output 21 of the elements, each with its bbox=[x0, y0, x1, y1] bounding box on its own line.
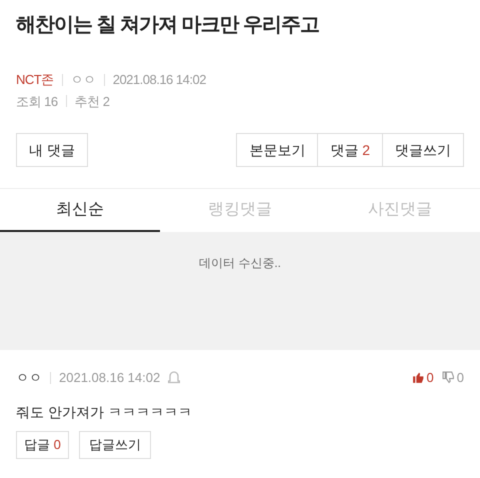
board-name[interactable]: NCT존 bbox=[16, 70, 54, 90]
thumbs-down-icon[interactable] bbox=[442, 371, 455, 384]
recommend-count: 추천 2 bbox=[74, 92, 110, 110]
action-button[interactable]: 댓글 2 bbox=[318, 133, 383, 167]
dislike-count: 0 bbox=[456, 369, 464, 387]
view-count: 조회 16 bbox=[16, 92, 58, 110]
comment-author: ㅇㅇ bbox=[16, 369, 42, 387]
thumbs-up-icon[interactable] bbox=[412, 371, 425, 384]
action-button[interactable]: 본문보기 bbox=[236, 133, 318, 167]
my-comments-button[interactable]: 내 댓글 bbox=[16, 133, 88, 167]
write-reply-button[interactable]: 답글쓰기 bbox=[78, 430, 151, 458]
post-date: 2021.08.16 14:02 bbox=[112, 71, 206, 89]
comment-date: 2021.08.16 14:02 bbox=[59, 369, 160, 387]
post-title: 해찬이는 칠 쳐가져 마크만 우리주고 bbox=[16, 13, 320, 38]
comment-text: 줘도 안가져가 ㅋㅋㅋㅋㅋㅋ bbox=[16, 402, 193, 422]
loading-text: 데이터 수신중.. bbox=[198, 255, 281, 272]
reply-count-button[interactable]: 답글 0 bbox=[16, 430, 69, 458]
author-name: ㅇㅇ bbox=[70, 71, 96, 89]
like-count: 0 bbox=[426, 369, 434, 387]
bell-icon[interactable] bbox=[168, 371, 180, 384]
action-button[interactable]: 댓글쓰기 bbox=[383, 133, 464, 167]
